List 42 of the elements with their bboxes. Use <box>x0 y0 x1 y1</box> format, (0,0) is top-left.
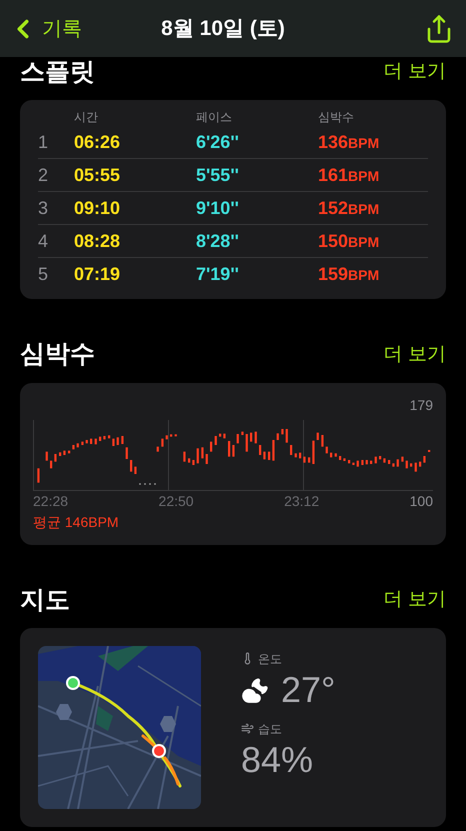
temperature-value: 27° <box>281 672 336 708</box>
split-pace: 5'55'' <box>196 164 240 187</box>
split-pace: 8'28'' <box>196 230 240 253</box>
average-heart-rate: 평균 146BPM <box>33 512 120 532</box>
axis-min-label: 100 <box>410 492 433 510</box>
see-more-link[interactable]: 더 보기 <box>384 586 446 614</box>
section-title: 지도 <box>20 584 70 616</box>
axis-max-label: 179 <box>410 396 433 414</box>
see-more-link[interactable]: 더 보기 <box>384 340 446 370</box>
section-title: 심박수 <box>20 339 95 370</box>
split-time: 05:55 <box>74 164 122 187</box>
time-axis-label: 22:50 <box>158 492 195 510</box>
split-number: 2 <box>38 164 50 187</box>
split-pace: 7'19'' <box>196 263 240 286</box>
split-number: 5 <box>38 263 50 286</box>
split-heart-rate: 150BPM <box>318 230 380 253</box>
time-axis-label: 23:12 <box>284 492 320 510</box>
back-button[interactable]: 기록 <box>8 14 82 44</box>
section-title: 스플릿 <box>20 57 95 88</box>
column-header: 시간 <box>74 109 99 126</box>
split-pace: 9'10'' <box>196 196 240 220</box>
time-axis-label: 22:28 <box>33 492 70 510</box>
column-header: 심박수 <box>318 109 355 126</box>
split-time: 06:26 <box>74 130 122 154</box>
split-heart-rate: 136BPM <box>318 130 380 154</box>
cloud-moon-icon <box>241 676 269 704</box>
split-time: 07:19 <box>74 263 122 286</box>
split-time: 08:28 <box>74 230 122 253</box>
split-heart-rate: 152BPM <box>318 196 380 220</box>
column-header: 페이스 <box>196 109 233 126</box>
split-heart-rate: 159BPM <box>318 263 380 286</box>
split-time: 09:10 <box>74 196 122 220</box>
split-number: 1 <box>38 130 50 154</box>
see-more-link[interactable]: 더 보기 <box>384 58 446 87</box>
split-number: 3 <box>38 196 50 220</box>
humidity-label: 습도 <box>258 720 282 738</box>
split-heart-rate: 161BPM <box>318 164 380 187</box>
split-pace: 6'26'' <box>196 130 240 154</box>
split-number: 4 <box>38 230 50 253</box>
window-title: 8월 10일 (토) <box>160 16 286 42</box>
temperature-label: 온도 <box>258 650 282 668</box>
humidity-value: 84% <box>241 742 314 778</box>
